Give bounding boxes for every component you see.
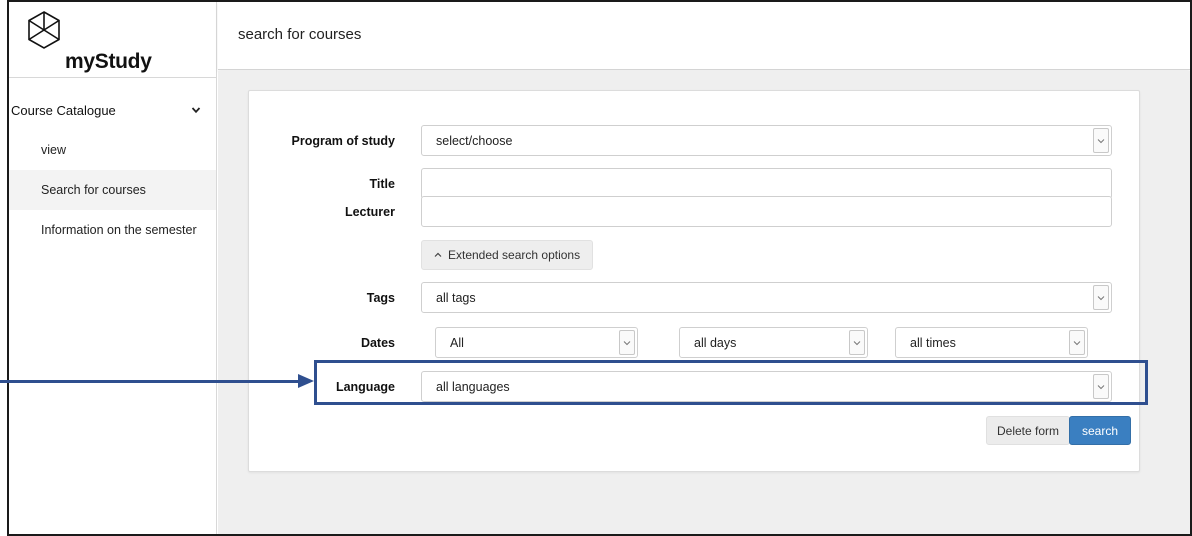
select-arrow-icon <box>1069 330 1085 355</box>
annotation-arrow-head <box>298 374 314 388</box>
extended-search-button[interactable]: Extended search options <box>421 240 594 270</box>
sidebar-item-label: Search for courses <box>41 183 146 197</box>
lecturer-row: Lecturer <box>249 196 395 227</box>
search-label: search <box>1082 423 1119 438</box>
select-arrow-icon <box>1093 374 1109 399</box>
tags-row: Tags <box>249 282 395 313</box>
sidebar-item-semester-info[interactable]: Information on the semester <box>9 210 216 250</box>
logo[interactable]: myStudy <box>9 2 216 78</box>
title-input[interactable] <box>421 168 1112 199</box>
sidebar-group-course-catalogue[interactable]: Course Catalogue <box>9 90 216 130</box>
chevron-down-icon <box>191 107 201 114</box>
dates-period-select[interactable]: All <box>435 327 638 358</box>
language-row: Language <box>249 371 395 402</box>
header: search for courses <box>218 2 1190 70</box>
sidebar-item-label: view <box>41 143 67 157</box>
sidebar-item-search-for-courses[interactable]: Search for courses <box>9 170 216 210</box>
dates-days-value: all days <box>694 335 737 350</box>
tags-label: Tags <box>366 290 395 305</box>
extended-search-label: Extended search options <box>448 248 581 262</box>
chevron-up-icon <box>434 252 442 257</box>
search-button[interactable]: search <box>1069 416 1132 445</box>
select-arrow-icon <box>619 330 635 355</box>
hexagon-cube-icon <box>28 11 60 49</box>
dates-days-select[interactable]: all days <box>679 327 868 358</box>
sidebar: myStudy Course Catalogue view Search for… <box>9 2 217 534</box>
annotation-arrow-line <box>0 380 302 383</box>
tags-value: all tags <box>436 290 476 305</box>
dates-times-select[interactable]: all times <box>895 327 1088 358</box>
tags-select[interactable]: all tags <box>421 282 1112 313</box>
select-arrow-icon <box>1093 285 1109 310</box>
title-row: Title <box>249 168 395 199</box>
program-row: Program of study <box>249 125 396 156</box>
main-content: Program of study select/choose Title Lec… <box>218 71 1190 534</box>
program-label: Program of study <box>291 133 396 148</box>
page-title: search for courses <box>238 26 362 43</box>
language-value: all languages <box>436 379 510 394</box>
dates-times-value: all times <box>910 335 956 350</box>
sidebar-group-label: Course Catalogue <box>11 102 116 118</box>
select-arrow-icon <box>1093 128 1109 153</box>
select-arrow-icon <box>849 330 865 355</box>
app-window: myStudy Course Catalogue view Search for… <box>7 0 1192 536</box>
sidebar-item-label: Information on the semester <box>41 223 197 237</box>
lecturer-label: Lecturer <box>344 204 395 219</box>
delete-form-label: Delete form <box>997 423 1060 438</box>
program-value: select/choose <box>436 133 513 148</box>
dates-period-value: All <box>450 335 464 350</box>
dates-label: Dates <box>360 335 395 350</box>
lecturer-input[interactable] <box>421 196 1112 227</box>
dates-row: Dates <box>249 327 395 358</box>
language-select[interactable]: all languages <box>421 371 1112 402</box>
search-form: Program of study select/choose Title Lec… <box>248 90 1140 472</box>
title-label: Title <box>369 176 395 191</box>
delete-form-button[interactable]: Delete form <box>986 416 1071 445</box>
app-name: myStudy <box>65 50 152 73</box>
program-select[interactable]: select/choose <box>421 125 1112 156</box>
sidebar-item-view[interactable]: view <box>9 130 216 170</box>
